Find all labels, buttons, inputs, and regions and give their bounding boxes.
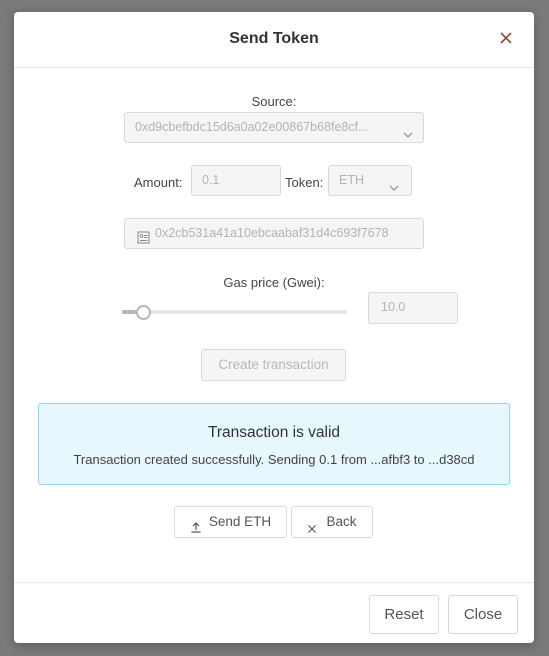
source-label: Source: bbox=[251, 94, 297, 109]
slider-track bbox=[122, 310, 347, 314]
address-card-icon bbox=[137, 226, 150, 244]
send-eth-label: Send ETH bbox=[208, 514, 272, 529]
dialog-footer: Reset Close bbox=[14, 582, 534, 643]
alert-title: Transaction is valid bbox=[207, 424, 341, 441]
send-eth-button[interactable]: Send ETH bbox=[174, 506, 287, 538]
gas-price-label: Gas price (Gwei): bbox=[223, 275, 325, 290]
close-icon bbox=[307, 515, 317, 534]
token-select[interactable]: ETH bbox=[328, 165, 412, 196]
source-select[interactable]: 0xd9cbefbdc15d6a0a02e00867b68fe8cf... bbox=[124, 112, 424, 143]
close-icon[interactable] bbox=[496, 28, 516, 48]
slider-fill bbox=[122, 310, 136, 314]
gas-price-slider[interactable] bbox=[122, 302, 347, 322]
back-button[interactable]: Back bbox=[291, 506, 373, 538]
send-token-dialog: Send Token Source: 0xd9cbefbdc15d6a0a02e… bbox=[14, 12, 534, 643]
close-label: Close bbox=[463, 606, 503, 623]
token-value: ETH bbox=[339, 173, 364, 187]
validation-alert: Transaction is valid Transaction created… bbox=[38, 403, 510, 485]
create-transaction-button[interactable]: Create transaction bbox=[201, 349, 346, 381]
chevron-down-icon bbox=[403, 122, 413, 138]
alert-message: Transaction created successfully. Sendin… bbox=[73, 452, 475, 467]
reset-button[interactable]: Reset bbox=[369, 595, 439, 634]
upload-icon bbox=[190, 514, 202, 534]
amount-input[interactable]: 0.1 bbox=[191, 165, 281, 196]
chevron-down-icon bbox=[389, 175, 399, 191]
gas-price-value: 10.0 bbox=[381, 300, 406, 314]
close-button[interactable]: Close bbox=[448, 595, 518, 634]
dialog-header: Send Token bbox=[14, 12, 534, 68]
gas-price-input[interactable]: 10.0 bbox=[368, 292, 458, 324]
token-label: Token: bbox=[285, 175, 324, 190]
create-transaction-label: Create transaction bbox=[218, 357, 329, 372]
recipient-address-input[interactable]: 0x2cb531a41a10ebcaabaf31d4c693f7678 bbox=[124, 218, 424, 249]
dialog-title: Send Token bbox=[229, 30, 319, 47]
amount-label: Amount: bbox=[134, 175, 183, 190]
slider-handle[interactable] bbox=[136, 305, 151, 320]
recipient-address-value: 0x2cb531a41a10ebcaabaf31d4c693f7678 bbox=[155, 226, 389, 240]
back-label: Back bbox=[326, 514, 357, 529]
source-value: 0xd9cbefbdc15d6a0a02e00867b68fe8cf... bbox=[135, 120, 369, 134]
reset-label: Reset bbox=[384, 606, 424, 623]
amount-value: 0.1 bbox=[202, 173, 220, 187]
